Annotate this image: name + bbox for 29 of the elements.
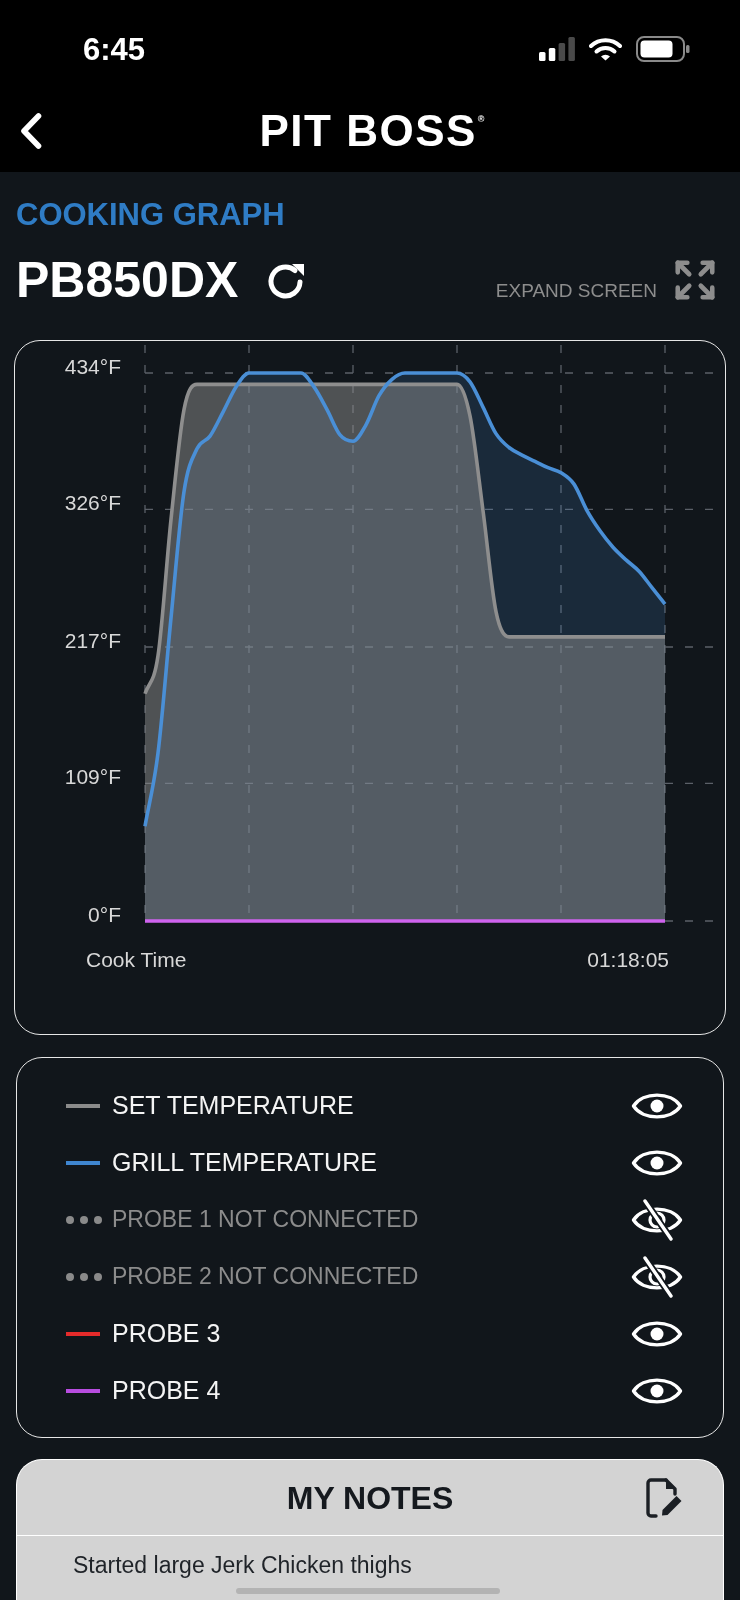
y-axis-label: 326°F — [64, 491, 121, 515]
document-pencil-icon — [645, 1476, 683, 1519]
expand-icon — [672, 257, 718, 303]
edit-note-button[interactable] — [645, 1476, 683, 1519]
end-time-label: 01:18:05 — [587, 948, 669, 971]
x-axis-title: Cook Time — [86, 948, 187, 971]
legend-label: PROBE 4 — [112, 1378, 221, 1403]
legend-label: GRILL TEMPERATURE — [112, 1150, 377, 1175]
expand-screen-button[interactable]: EXPAND SCREEN — [495, 257, 718, 303]
eye-off-icon[interactable] — [631, 1198, 683, 1241]
chevron-left-icon — [19, 112, 43, 150]
wifi-icon — [589, 37, 622, 61]
battery-icon — [636, 36, 690, 62]
legend-label: PROBE 1 NOT CONNECTED — [112, 1208, 419, 1231]
legend-label: PROBE 2 NOT CONNECTED — [112, 1265, 419, 1288]
device-name: PB850DX — [16, 255, 239, 305]
y-axis-label: 109°F — [64, 765, 121, 789]
y-axis-label: 434°F — [64, 355, 121, 378]
eye-off-icon[interactable] — [631, 1255, 683, 1298]
section-title: COOKING GRAPH — [16, 199, 285, 230]
legend-label: SET TEMPERATURE — [112, 1093, 354, 1118]
note-text: Started large Jerk Chicken thighs — [73, 1554, 412, 1577]
notes-title: MY NOTES — [286, 1481, 454, 1514]
y-axis-label: 217°F — [64, 629, 121, 652]
status-time: 6:45 — [83, 33, 146, 65]
legend-label: PROBE 3 — [112, 1321, 221, 1346]
brand-logo: PIT BOSS$^{®}$ — [259, 109, 485, 153]
signal-icon — [539, 37, 575, 61]
y-axis-label: 0°F — [88, 903, 121, 926]
